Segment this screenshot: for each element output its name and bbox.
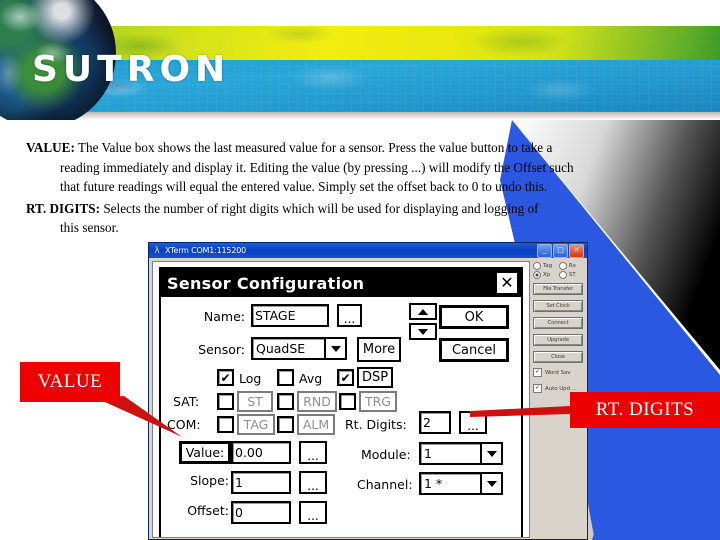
callout-value: VALUE <box>20 362 120 402</box>
callout-rt-digits: RT. DIGITS <box>570 392 720 428</box>
callout-pointer-lines <box>96 396 570 437</box>
